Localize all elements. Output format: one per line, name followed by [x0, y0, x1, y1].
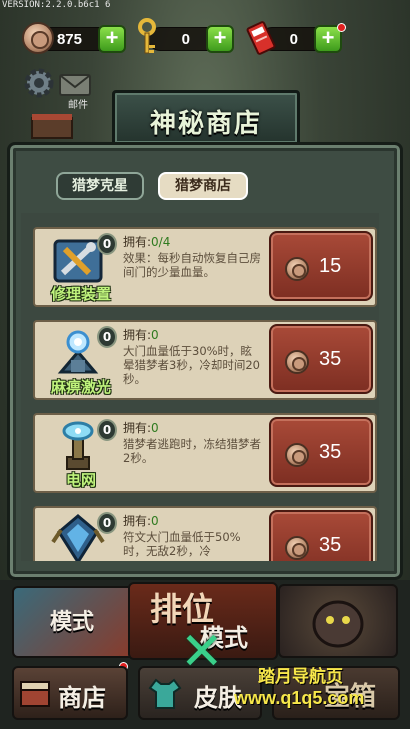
- item-description: 猎梦者逃跑时，冻结猎梦者2秒。: [123, 437, 261, 465]
- item-count-badge: 0: [97, 326, 117, 348]
- item-name: 麻痹激光: [50, 378, 111, 396]
- item-description: 符文大门血量低于50%时，无敌2秒，冷: [123, 530, 241, 558]
- item-owned: 拥有:0: [123, 419, 159, 436]
- shop-item-card: 0 电网 拥有:0 猎梦者逃跑时，冻结猎梦者2秒。 35: [33, 413, 377, 493]
- shop-button[interactable]: 商店: [12, 666, 128, 720]
- shop-item-card: 0 修理装置 拥有:0/4 效果：每秒自动恢复自己房间门的少量血量。 15: [33, 227, 377, 307]
- item-count-badge: 0: [97, 419, 117, 441]
- event-button[interactable]: [278, 584, 398, 658]
- watermark-title: 踏月导航页: [258, 667, 343, 687]
- shop-item-card: 0 拥有:0 符文大门血量低于50%时，无敌2秒，冷 35: [33, 506, 377, 561]
- item-list: 0 修理装置 拥有:0/4 效果：每秒自动恢复自己房间门的少量血量。 15 0 …: [21, 213, 379, 561]
- item-owned: 拥有:0/4: [123, 233, 170, 250]
- coin-value: 875: [56, 31, 82, 48]
- owned-label: 拥有:: [123, 421, 152, 435]
- mail-icon[interactable]: [58, 72, 92, 98]
- item-count-badge: 0: [97, 233, 117, 255]
- owned-value: 0: [151, 421, 159, 435]
- item-price: 35: [319, 534, 342, 556]
- key-counter: 0 +: [134, 18, 234, 56]
- version-text: VERSION:2.2.0.b6c1 6: [2, 0, 111, 10]
- item-owned: 拥有:0: [123, 326, 159, 343]
- key-icon: [138, 18, 156, 54]
- item-owned: 拥有:0: [123, 512, 159, 529]
- item-description: 效果：每秒自动恢复自己房间门的少量血量。: [123, 251, 261, 279]
- close-icon[interactable]: ✕: [180, 622, 224, 682]
- coin-icon: [22, 22, 54, 54]
- shop-stall-icon: [20, 681, 50, 707]
- item-description: 大门血量低于30%时，眩晕猎梦者3秒，冷却时间20秒。: [123, 344, 260, 386]
- owned-value: 0/4: [151, 235, 171, 249]
- item-price: 35: [319, 441, 342, 463]
- mode-button[interactable]: 模式: [12, 586, 138, 658]
- tab-dream-nemesis[interactable]: 猎梦克星: [56, 172, 144, 200]
- shop-title-plate: 神秘商店: [112, 90, 300, 146]
- owned-label: 拥有:: [123, 514, 152, 528]
- item-price: 15: [319, 255, 342, 277]
- ticket-icon: [246, 21, 276, 55]
- owned-label: 拥有:: [123, 235, 152, 249]
- gear-icon[interactable]: [22, 66, 56, 100]
- owned-value: 0: [151, 514, 159, 528]
- notification-dot: [337, 23, 346, 32]
- buy-button[interactable]: 15: [269, 231, 373, 301]
- add-coins-button[interactable]: +: [98, 25, 126, 53]
- monster-icon: [312, 600, 364, 648]
- game-screen: { "version": "VERSION:2.2.0.b6c1 6", "cu…: [0, 0, 410, 729]
- shirt-icon: [148, 678, 182, 709]
- buy-button[interactable]: 35: [269, 510, 373, 561]
- coin-icon: [285, 443, 309, 467]
- add-keys-button[interactable]: +: [206, 25, 234, 53]
- item-name: 电网: [65, 471, 96, 489]
- shop-item-card: 0 麻痹激光 拥有:0 大门血量低于30%时，眩晕猎梦者3秒，冷却时间20秒。 …: [33, 320, 377, 400]
- item-count-badge: 0: [97, 512, 117, 534]
- coin-icon: [285, 350, 309, 374]
- ticket-value: 0: [289, 31, 298, 48]
- owned-value: 0: [151, 328, 159, 342]
- mode-label: 模式: [50, 610, 95, 635]
- watermark-url: www.q1q5.com: [234, 688, 365, 708]
- shop-label: 商店: [58, 684, 106, 712]
- buy-button[interactable]: 35: [269, 417, 373, 487]
- shop-stall-icon[interactable]: [28, 112, 78, 142]
- tab-dream-shop[interactable]: 猎梦商店: [158, 172, 248, 200]
- item-name: 修理装置: [50, 285, 111, 303]
- coin-icon: [285, 257, 309, 281]
- buy-button[interactable]: 35: [269, 324, 373, 394]
- bottom-menu: 模式 排位 模式 商店 皮肤 宝箱 ✕ 踏月导航页 www.q1q5.com: [0, 580, 410, 729]
- page-title: 神秘商店: [149, 109, 262, 139]
- ticket-counter: 0 +: [246, 21, 346, 56]
- item-price: 35: [319, 348, 342, 370]
- key-value: 0: [181, 31, 190, 48]
- mail-label: 邮件: [68, 100, 88, 111]
- coin-counter: 875 +: [22, 22, 126, 56]
- coin-icon: [285, 536, 309, 560]
- owned-label: 拥有:: [123, 328, 152, 342]
